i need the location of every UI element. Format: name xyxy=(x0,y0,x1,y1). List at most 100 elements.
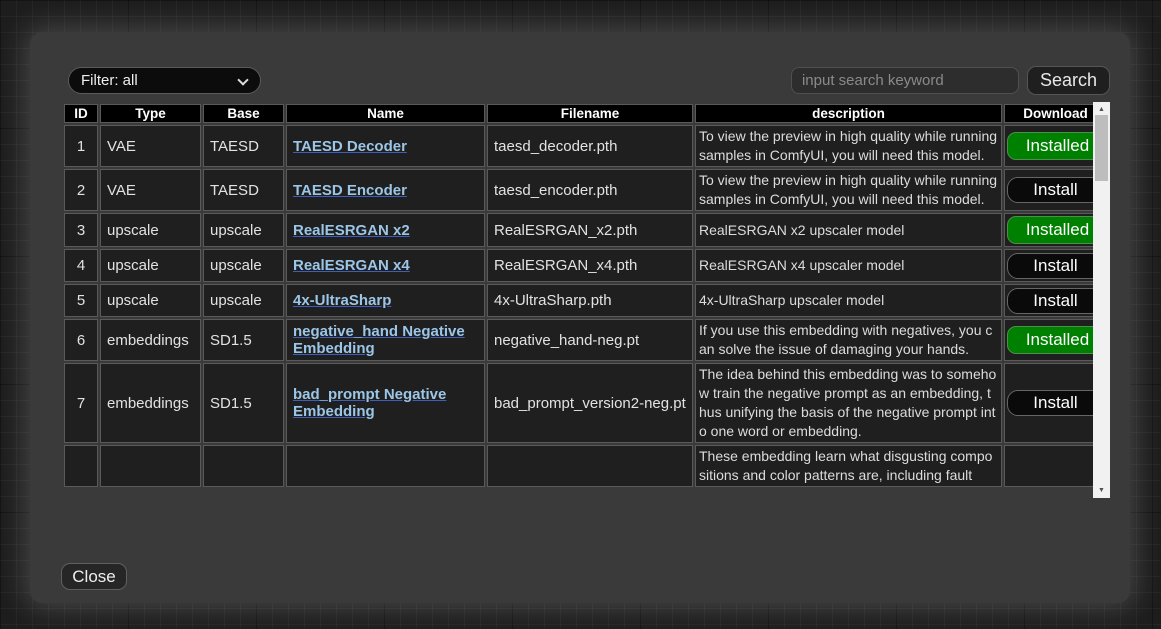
scrollbar-thumb[interactable] xyxy=(1095,115,1108,181)
cell-filename: RealESRGAN_x4.pth xyxy=(487,249,693,282)
cell-id: 7 xyxy=(64,363,98,443)
cell-base: SD1.5 xyxy=(203,363,284,443)
cell-name xyxy=(286,445,485,487)
installed-button[interactable]: Installed xyxy=(1007,326,1093,354)
install-button[interactable]: Install xyxy=(1007,288,1093,314)
cell-description: To view the preview in high quality whil… xyxy=(695,125,1002,167)
cell-type: embeddings xyxy=(100,363,201,443)
column-header-filename: Filename xyxy=(487,104,693,123)
close-button[interactable]: Close xyxy=(61,563,127,590)
filter-dropdown-label: Filter: all xyxy=(81,72,138,89)
cell-description: 4x-UltraSharp upscaler model xyxy=(695,284,1002,317)
table-row: These embedding learn what disgusting co… xyxy=(64,445,1093,487)
cell-description: RealESRGAN x2 upscaler model xyxy=(695,213,1002,247)
installed-button[interactable]: Installed xyxy=(1007,216,1093,244)
install-button[interactable]: Install xyxy=(1007,177,1093,203)
cell-type: embeddings xyxy=(100,319,201,361)
cell-id: 3 xyxy=(64,213,98,247)
column-header-id: ID xyxy=(64,104,98,123)
cell-base: SD1.5 xyxy=(203,319,284,361)
cell-id: 5 xyxy=(64,284,98,317)
model-name-link[interactable]: RealESRGAN x4 xyxy=(293,257,410,274)
model-table: IDTypeBaseNameFilenamedescriptionDownloa… xyxy=(62,102,1093,489)
install-button[interactable]: Install xyxy=(1007,253,1093,279)
cell-description: RealESRGAN x4 upscaler model xyxy=(695,249,1002,282)
model-name-link[interactable]: TAESD Decoder xyxy=(293,138,407,155)
cell-type: upscale xyxy=(100,284,201,317)
cell-base: upscale xyxy=(203,284,284,317)
table-row: 1VAETAESD TAESD Decoder taesd_decoder.pthT… xyxy=(64,125,1093,167)
cell-type: upscale xyxy=(100,249,201,282)
cell-description: If you use this embedding with negatives… xyxy=(695,319,1002,361)
cell-name: negative_hand Negative Embedding xyxy=(286,319,485,361)
cell-name: 4x-UltraSharp xyxy=(286,284,485,317)
cell-download: Install xyxy=(1004,169,1093,211)
table-row: 5upscaleupscale4x-UltraSharp4x-UltraShar… xyxy=(64,284,1093,317)
cell-filename: negative_hand-neg.pt xyxy=(487,319,693,361)
toolbar: Filter: all Search xyxy=(62,66,1110,94)
cell-base: upscale xyxy=(203,249,284,282)
column-header-base: Base xyxy=(203,104,284,123)
cell-download: Install xyxy=(1004,249,1093,282)
column-header-type: Type xyxy=(100,104,201,123)
cell-base: TAESD xyxy=(203,125,284,167)
cell-download: Installed xyxy=(1004,319,1093,361)
model-name-link[interactable]: bad_prompt Negative Embedding xyxy=(293,386,446,420)
table-header-row: IDTypeBaseNameFilenamedescriptionDownloa… xyxy=(64,104,1093,123)
column-header-name: Name xyxy=(286,104,485,123)
table-row: 7embeddingsSD1.5 bad_prompt Negative Embe… xyxy=(64,363,1093,443)
cell-description: To view the preview in high quality whil… xyxy=(695,169,1002,211)
scroll-down-icon[interactable]: ▼ xyxy=(1093,483,1110,498)
cell-id: 2 xyxy=(64,169,98,211)
cell-download: Install xyxy=(1004,363,1093,443)
table-row: 2VAETAESD TAESD Encoder taesd_encoder.pthT… xyxy=(64,169,1093,211)
chevron-down-icon xyxy=(237,74,248,85)
cell-download xyxy=(1004,445,1093,487)
column-header-description: description xyxy=(695,104,1002,123)
column-header-download: Download xyxy=(1004,104,1093,123)
cell-filename xyxy=(487,445,693,487)
cell-filename: bad_prompt_version2-neg.pt xyxy=(487,363,693,443)
cell-name: bad_prompt Negative Embedding xyxy=(286,363,485,443)
cell-filename: 4x-UltraSharp.pth xyxy=(487,284,693,317)
search-button[interactable]: Search xyxy=(1027,66,1110,95)
search-input[interactable] xyxy=(791,67,1019,94)
install-button[interactable]: Install xyxy=(1007,390,1093,416)
cell-name: TAESD Decoder xyxy=(286,125,485,167)
model-name-link[interactable]: TAESD Encoder xyxy=(293,182,407,199)
cell-id: 6 xyxy=(64,319,98,361)
cell-filename: taesd_decoder.pth xyxy=(487,125,693,167)
cell-type: VAE xyxy=(100,125,201,167)
cell-filename: RealESRGAN_x2.pth xyxy=(487,213,693,247)
cell-base: TAESD xyxy=(203,169,284,211)
model-name-link[interactable]: 4x-UltraSharp xyxy=(293,292,391,309)
model-table-viewport: IDTypeBaseNameFilenamedescriptionDownloa… xyxy=(62,102,1093,498)
cell-base: upscale xyxy=(203,213,284,247)
cell-name: RealESRGAN x4 xyxy=(286,249,485,282)
table-scrollbar[interactable]: ▲ ▼ xyxy=(1093,102,1110,498)
search-group: Search xyxy=(791,66,1110,95)
cell-id: 4 xyxy=(64,249,98,282)
cell-name: RealESRGAN x2 xyxy=(286,213,485,247)
table-row: 4upscaleupscaleRealESRGAN x4RealESRGAN_x… xyxy=(64,249,1093,282)
cell-description: These embedding learn what disgusting co… xyxy=(695,445,1002,487)
model-manager-dialog: Filter: all Search IDTypeBaseNameFilenam… xyxy=(30,32,1130,603)
cell-base xyxy=(203,445,284,487)
cell-download: Installed xyxy=(1004,125,1093,167)
model-name-link[interactable]: negative_hand Negative Embedding xyxy=(293,323,465,357)
table-row: 3upscaleupscaleRealESRGAN x2RealESRGAN_x… xyxy=(64,213,1093,247)
cell-download: Install xyxy=(1004,284,1093,317)
cell-description: The idea behind this embedding was to so… xyxy=(695,363,1002,443)
installed-button[interactable]: Installed xyxy=(1007,132,1093,160)
cell-type xyxy=(100,445,201,487)
cell-name: TAESD Encoder xyxy=(286,169,485,211)
model-table-zone: IDTypeBaseNameFilenamedescriptionDownloa… xyxy=(62,102,1110,498)
cell-id: 1 xyxy=(64,125,98,167)
cell-filename: taesd_encoder.pth xyxy=(487,169,693,211)
cell-id xyxy=(64,445,98,487)
cell-type: VAE xyxy=(100,169,201,211)
table-row: 6embeddingsSD1.5 negative_hand Negative E… xyxy=(64,319,1093,361)
cell-type: upscale xyxy=(100,213,201,247)
model-name-link[interactable]: RealESRGAN x2 xyxy=(293,222,410,239)
filter-dropdown[interactable]: Filter: all xyxy=(68,67,261,94)
